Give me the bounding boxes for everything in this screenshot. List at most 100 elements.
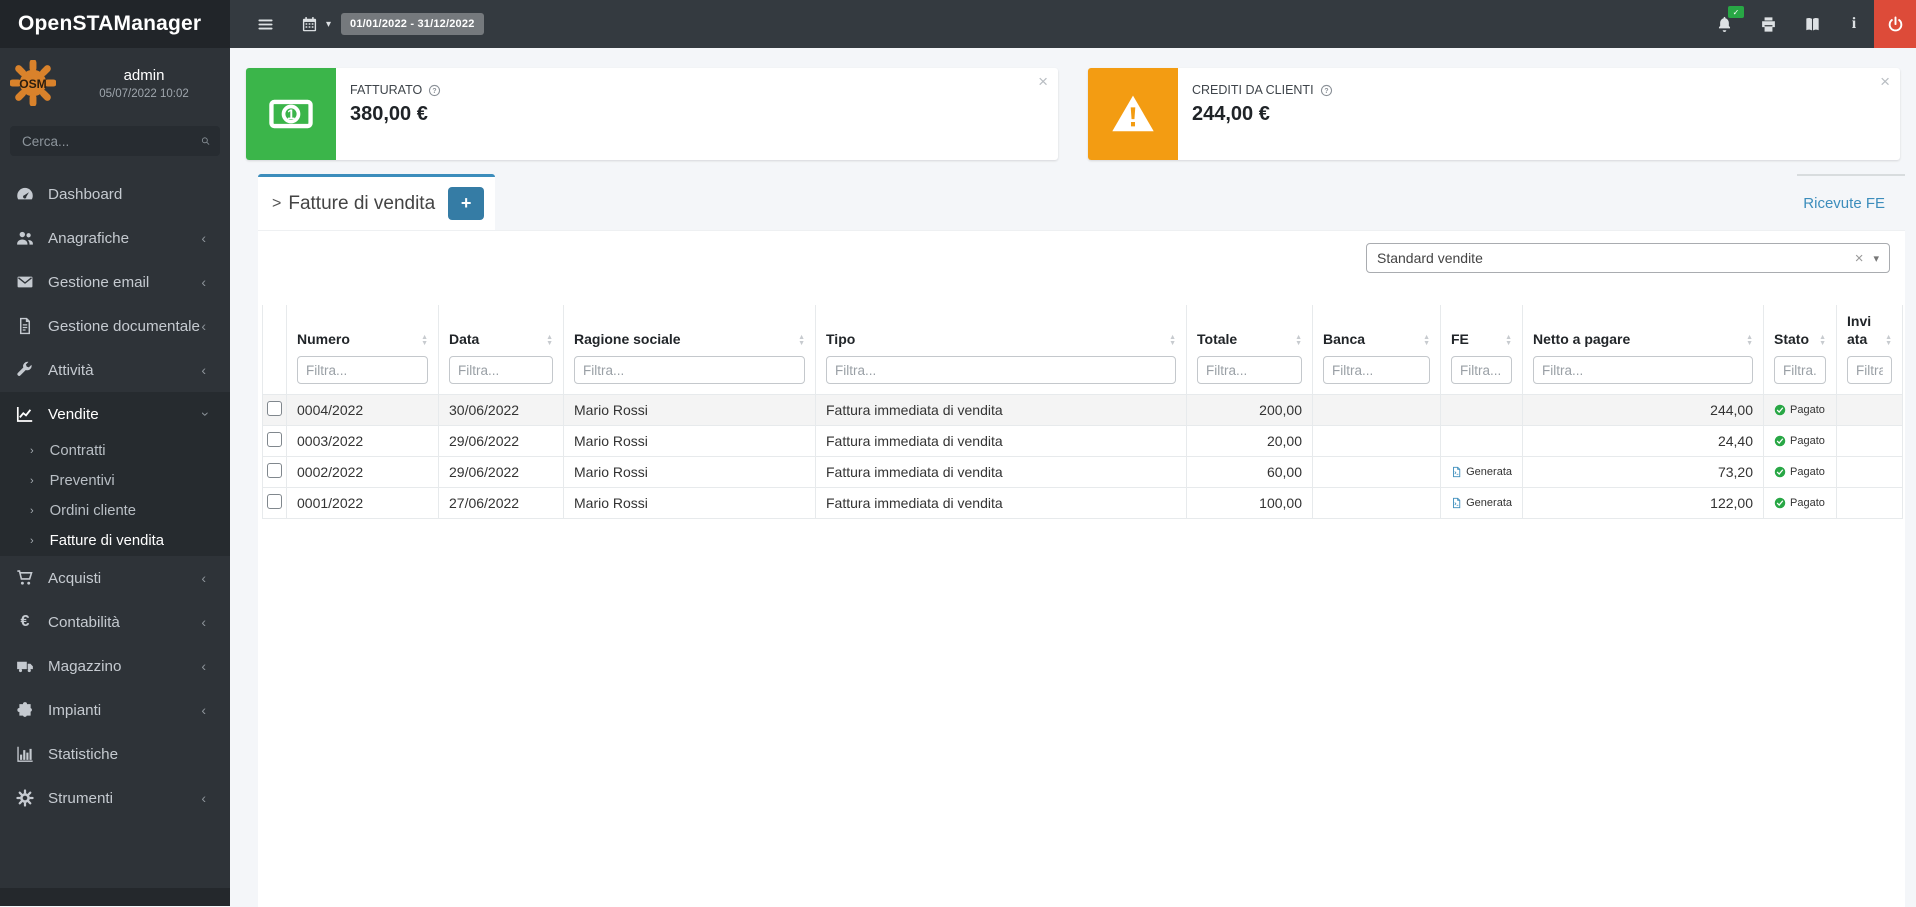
- chevron-left-icon: ‹: [201, 362, 206, 378]
- selected-view: Standard vendite: [1377, 250, 1483, 266]
- search-input[interactable]: [20, 132, 201, 150]
- sidebar-item-gestione-documentale[interactable]: Gestione documentale ‹: [0, 304, 230, 348]
- filter-tipo[interactable]: [826, 356, 1176, 384]
- sidebar-item-attivita[interactable]: Attività ‹: [0, 348, 230, 392]
- notifications-button[interactable]: ✓: [1702, 0, 1746, 48]
- sidebar-item-impianti[interactable]: Impianti ‹: [0, 688, 230, 732]
- print-button[interactable]: [1746, 0, 1790, 48]
- logout-button[interactable]: [1874, 0, 1916, 48]
- table-row[interactable]: 0003/2022 29/06/2022 Mario Rossi Fattura…: [262, 425, 1903, 457]
- row-checkbox[interactable]: [267, 494, 282, 509]
- module-view-select[interactable]: Standard vendite × ▾: [1366, 243, 1890, 273]
- envelope-icon: [16, 273, 34, 291]
- table-row[interactable]: 0002/2022 29/06/2022 Mario Rossi Fattura…: [262, 456, 1903, 488]
- col-stato[interactable]: Stato ▲ ▼: [1763, 305, 1837, 395]
- sidebar-item-vendite[interactable]: Vendite ‹: [0, 392, 230, 436]
- sidebar-item-fatture-di-vendita[interactable]: › Fatture di vendita: [0, 526, 230, 556]
- page-title: Fatture di vendita: [288, 192, 436, 214]
- check-circle-icon: [1774, 466, 1786, 478]
- filter-totale[interactable]: [1197, 356, 1302, 384]
- top-navbar: OpenSTAManager ▾ 01/01/2022 - 31/12/2022…: [0, 0, 1916, 48]
- sidebar-item-contratti[interactable]: › Contratti: [0, 436, 230, 466]
- col-select: [262, 305, 287, 395]
- row-checkbox[interactable]: [267, 401, 282, 416]
- sort-icons[interactable]: ▲ ▼: [1746, 334, 1753, 347]
- filter-numero[interactable]: [297, 356, 428, 384]
- tab-ricevute-fe[interactable]: Ricevute FE: [1797, 174, 1905, 230]
- osm-logo: OSM: [10, 60, 56, 106]
- main-content: 1 FATTURATO ? 380,00 € × CREDITI DA CLIE…: [230, 48, 1916, 907]
- filter-banca[interactable]: [1323, 356, 1430, 384]
- table-row[interactable]: 0004/2022 30/06/2022 Mario Rossi Fattura…: [262, 394, 1903, 426]
- col-totale[interactable]: Totale ▲ ▼: [1186, 305, 1313, 395]
- col-inviata[interactable]: Inviata ▲ ▼: [1836, 305, 1903, 395]
- sidebar-item-anagrafiche[interactable]: Anagrafiche ‹: [0, 216, 230, 260]
- sidebar-item-dashboard[interactable]: Dashboard: [0, 172, 230, 216]
- filter-ragione-sociale[interactable]: [574, 356, 805, 384]
- filter-inviata[interactable]: [1847, 356, 1892, 384]
- brand-logo: OpenSTAManager: [0, 0, 230, 48]
- sort-icons[interactable]: ▲ ▼: [798, 334, 805, 347]
- sort-icons[interactable]: ▲ ▼: [421, 334, 428, 347]
- add-invoice-button[interactable]: +: [448, 187, 485, 220]
- sort-icons[interactable]: ▲ ▼: [546, 334, 553, 347]
- chart-line-icon: [16, 405, 34, 423]
- sidebar-group-vendite: Vendite ‹ › Contratti › Preventivi › Ord…: [0, 392, 230, 556]
- fe-generata-badge: Generata: [1451, 497, 1512, 509]
- col-data[interactable]: Data ▲ ▼: [438, 305, 564, 395]
- money-bill-icon-box: 1: [246, 68, 336, 160]
- filter-stato[interactable]: [1774, 356, 1826, 384]
- sidebar-item-acquisti[interactable]: Acquisti ‹: [0, 556, 230, 600]
- sidebar-item-preventivi[interactable]: › Preventivi: [0, 466, 230, 496]
- info-icon: i: [1851, 15, 1857, 32]
- docs-button[interactable]: [1790, 0, 1834, 48]
- row-checkbox[interactable]: [267, 463, 282, 478]
- sidebar-item-statistiche[interactable]: Statistiche: [0, 732, 230, 776]
- breadcrumb-arrow: >: [272, 194, 282, 212]
- question-circle-icon[interactable]: ?: [1320, 84, 1333, 97]
- cart-icon: [16, 569, 34, 587]
- col-tipo[interactable]: Tipo ▲ ▼: [815, 305, 1187, 395]
- sidebar-item-contabilita[interactable]: € Contabilità ‹: [0, 600, 230, 644]
- infobox-value: 244,00 €: [1192, 103, 1270, 125]
- sort-icons[interactable]: ▲ ▼: [1505, 334, 1512, 347]
- search-icon[interactable]: [201, 134, 210, 148]
- clear-select-icon[interactable]: ×: [1855, 251, 1864, 266]
- filter-fe[interactable]: [1451, 356, 1512, 384]
- tab-strip: > Fatture di vendita + Ricevute FE: [258, 174, 1905, 230]
- status-badge: Pagato: [1774, 435, 1826, 447]
- sidebar-item-strumenti[interactable]: Strumenti ‹: [0, 776, 230, 820]
- col-banca[interactable]: Banca ▲ ▼: [1312, 305, 1441, 395]
- status-badge: Pagato: [1774, 497, 1826, 509]
- printer-icon: [1760, 16, 1777, 33]
- chevron-left-icon: ‹: [201, 230, 206, 246]
- sidebar-item-ordini-cliente[interactable]: › Ordini cliente: [0, 496, 230, 526]
- sidebar-toggle-button[interactable]: [246, 0, 284, 48]
- close-icon[interactable]: ×: [1880, 73, 1890, 90]
- question-circle-icon[interactable]: ?: [428, 84, 441, 97]
- sort-icons[interactable]: ▲ ▼: [1295, 334, 1302, 347]
- col-netto-a-pagare[interactable]: Netto a pagare ▲ ▼: [1522, 305, 1764, 395]
- tab-fatture-di-vendita[interactable]: > Fatture di vendita +: [258, 174, 495, 230]
- filter-netto-a-pagare[interactable]: [1533, 356, 1753, 384]
- info-button[interactable]: i: [1834, 0, 1874, 48]
- angle-right-icon: ›: [30, 535, 34, 547]
- col-numero[interactable]: Numero ▲ ▼: [286, 305, 439, 395]
- sidebar-item-gestione-email[interactable]: Gestione email ‹: [0, 260, 230, 304]
- col-fe[interactable]: FE ▲ ▼: [1440, 305, 1523, 395]
- chart-bar-icon: [16, 745, 34, 763]
- row-checkbox[interactable]: [267, 432, 282, 447]
- close-icon[interactable]: ×: [1038, 73, 1048, 90]
- filter-data[interactable]: [449, 356, 553, 384]
- sort-icons[interactable]: ▲ ▼: [1169, 334, 1176, 347]
- calendar-button[interactable]: [294, 0, 324, 48]
- sort-icons[interactable]: ▲ ▼: [1885, 334, 1892, 347]
- chevron-left-icon: ‹: [201, 318, 206, 334]
- sidebar-item-magazzino[interactable]: Magazzino ‹: [0, 644, 230, 688]
- sort-icons[interactable]: ▲ ▼: [1423, 334, 1430, 347]
- date-range-badge[interactable]: 01/01/2022 - 31/12/2022: [341, 13, 484, 35]
- table-row[interactable]: 0001/2022 27/06/2022 Mario Rossi Fattura…: [262, 487, 1903, 519]
- col-ragione-sociale[interactable]: Ragione sociale ▲ ▼: [563, 305, 816, 395]
- invoices-table-wrap: Numero▲▼ Data▲▼ Ragione sociale▲▼: [262, 305, 1903, 519]
- sort-icons[interactable]: ▲ ▼: [1819, 334, 1826, 347]
